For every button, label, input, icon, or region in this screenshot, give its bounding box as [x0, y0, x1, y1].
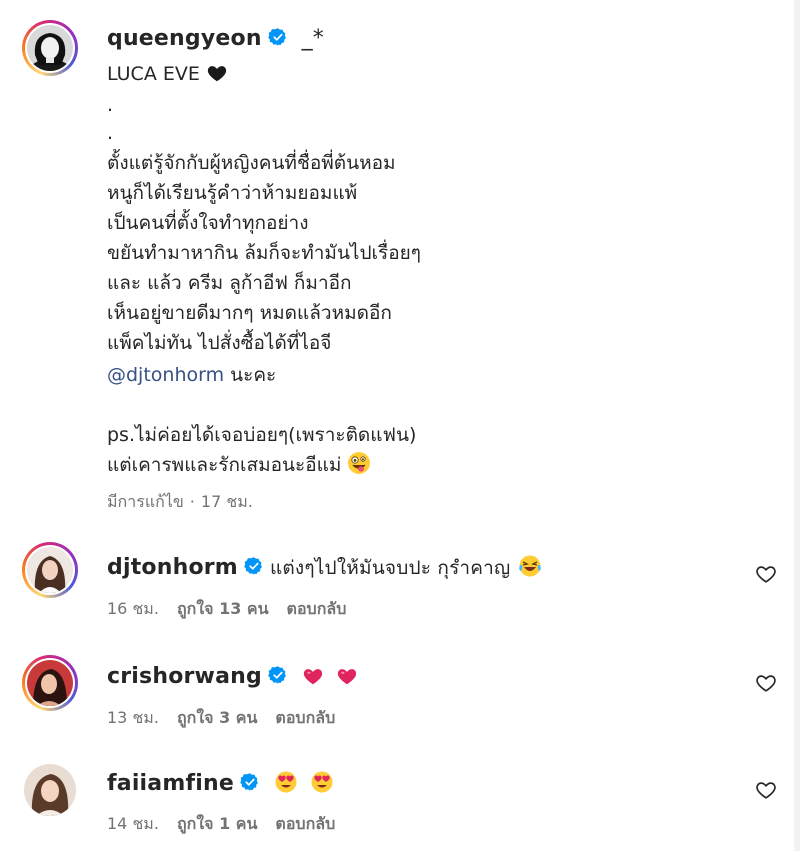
red-heart-emoji-icon — [303, 669, 322, 685]
caption-line-3: . — [107, 122, 114, 144]
reply-button[interactable]: ตอบกลับ — [275, 814, 335, 833]
comment-2-header: crishorwang — [107, 664, 358, 689]
caption-line-10: แพ็คไม่ทัน ไปสั่งซื้อได้ที่ไอจี — [107, 332, 332, 354]
comment-likes[interactable]: ถูกใจ 3 คน — [177, 708, 257, 727]
like-heart-icon[interactable] — [755, 563, 777, 585]
caption-line-2: . — [107, 94, 114, 116]
verified-badge-icon — [244, 557, 262, 575]
caption-line-4: ตั้งแต่รู้จักกับผู้หญิงคนที่ชื่อพี่ต้นหอ… — [107, 152, 396, 174]
caption-line-7: ขยันทำมาหากิน ล้มก็จะทำมันไปเรื่อยๆ — [107, 242, 422, 264]
comment-3-header: faiiamfine — [107, 770, 334, 796]
comment-likes[interactable]: ถูกใจ 13 คน — [177, 599, 269, 618]
comment-1-header: djtonhorm แต่งๆไปให้มันจบปะ กุรำคาญ — [107, 553, 542, 583]
edited-label: มีการแก้ไข — [107, 492, 184, 511]
red-heart-emoji-icon — [337, 669, 356, 685]
comment-time[interactable]: 16 ชม. — [107, 599, 159, 618]
comment-avatar-faiiamfine[interactable] — [24, 764, 76, 816]
avatar — [27, 25, 73, 71]
comment-likes[interactable]: ถูกใจ 1 คน — [177, 814, 257, 833]
caption-line-8: และ แล้ว ครีม ลูก้าอีฟ ก็มาอีก — [107, 272, 352, 294]
post-username[interactable]: queengyeon — [107, 26, 262, 51]
caption-line-12: ps.ไม่ค่อยได้เจอบ่อยๆ(เพราะติดแฟน) — [107, 424, 417, 446]
comment-avatar-djtonhorm[interactable] — [22, 542, 78, 598]
zany-face-emoji-icon — [348, 452, 371, 474]
post-username-line: queengyeon _* — [107, 26, 324, 51]
verified-badge-icon — [268, 666, 286, 684]
comment-time[interactable]: 14 ชม. — [107, 814, 159, 833]
comment-username[interactable]: crishorwang — [107, 664, 262, 689]
username-suffix: _* — [301, 26, 324, 51]
mention-link[interactable]: @djtonhorm — [107, 364, 224, 386]
heart-eyes-emoji-icon — [311, 771, 333, 793]
reply-button[interactable]: ตอบกลับ — [287, 599, 347, 618]
comment-2-meta: 13 ชม. ถูกใจ 3 คน ตอบกลับ — [107, 706, 353, 731]
like-heart-icon[interactable] — [755, 672, 777, 694]
comment-text: แต่งๆไปให้มันจบปะ กุรำคาญ — [269, 557, 511, 579]
post-author-avatar[interactable] — [22, 20, 78, 76]
caption-line-13: แต่เคารพและรักเสมอนะอีแม่ — [107, 450, 371, 480]
scrollbar[interactable] — [794, 0, 800, 851]
comment-username[interactable]: faiiamfine — [107, 771, 234, 796]
verified-badge-icon — [267, 28, 286, 46]
mention-suffix: นะคะ — [230, 364, 277, 386]
verified-badge-icon — [240, 773, 258, 791]
avatar — [24, 764, 76, 816]
black-heart-icon — [207, 66, 227, 82]
caption-line-1: LUCA EVE — [107, 62, 228, 85]
avatar — [27, 547, 73, 593]
comment-1-meta: 16 ชม. ถูกใจ 13 คน ตอบกลับ — [107, 597, 364, 622]
comment-time[interactable]: 13 ชม. — [107, 708, 159, 727]
post-time[interactable]: 17 ชม. — [201, 492, 253, 511]
laughing-crying-emoji-icon — [519, 555, 542, 577]
comment-3-meta: 14 ชม. ถูกใจ 1 คน ตอบกลับ — [107, 812, 353, 837]
caption-mention-line: @djtonhorm นะคะ — [107, 360, 276, 390]
post-meta: มีการแก้ไข · 17 ชม. — [107, 492, 253, 511]
avatar — [27, 660, 73, 706]
like-heart-icon[interactable] — [755, 779, 777, 801]
heart-eyes-emoji-icon — [275, 771, 297, 793]
caption-line-9: เห็นอยู่ขายดีมากๆ หมดแล้วหมดอีก — [107, 302, 392, 324]
caption-line-5: หนูก็ได้เรียนรู้คำว่าห้ามยอมแพ้ — [107, 182, 358, 204]
comment-avatar-crishorwang[interactable] — [22, 655, 78, 711]
comment-username[interactable]: djtonhorm — [107, 555, 238, 580]
caption-line-6: เป็นคนที่ตั้งใจทำทุกอย่าง — [107, 212, 309, 234]
reply-button[interactable]: ตอบกลับ — [275, 708, 335, 727]
